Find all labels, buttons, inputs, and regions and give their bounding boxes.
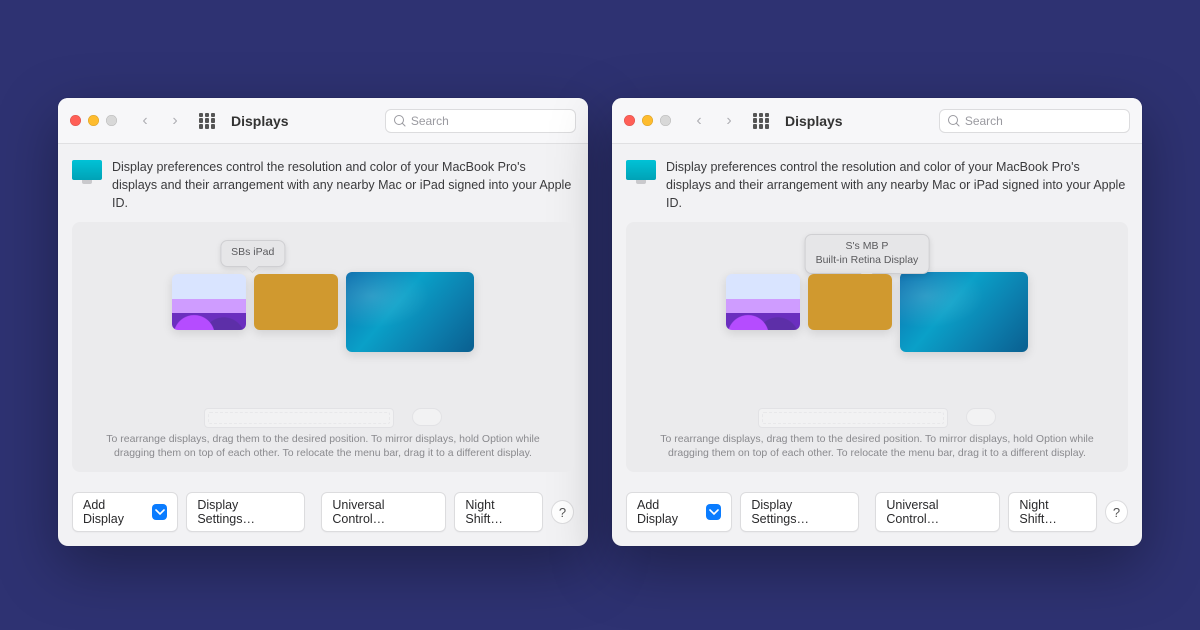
display-settings-button[interactable]: Display Settings… (740, 492, 859, 532)
night-shift-button[interactable]: Night Shift… (454, 492, 543, 532)
tooltip-line: S's MB P (846, 240, 889, 252)
description-text: Display preferences control the resoluti… (666, 158, 1128, 212)
search-field[interactable] (385, 109, 576, 133)
display-settings-button[interactable]: Display Settings… (186, 492, 305, 532)
help-label: ? (559, 505, 566, 520)
search-icon (948, 115, 959, 127)
back-button[interactable]: ‹ (135, 112, 155, 130)
minimize-window-icon[interactable] (88, 115, 99, 126)
keyboard-icon (204, 408, 394, 428)
description-row: Display preferences control the resoluti… (58, 144, 588, 222)
back-button[interactable]: ‹ (689, 112, 709, 130)
display-tooltip: S's MB P Built-in Retina Display (805, 234, 930, 273)
display-arrangement-row[interactable]: SBs iPad (72, 236, 574, 402)
help-label: ? (1113, 505, 1120, 520)
displays-preferences-window: ‹ › Displays Display preferences control… (612, 98, 1142, 546)
display-thumbnail-ipad[interactable] (172, 274, 246, 330)
keyboard-icon (758, 408, 948, 428)
add-display-button[interactable]: Add Display (626, 492, 732, 532)
search-icon (394, 115, 405, 127)
displays-preferences-window: ‹ › Displays Display preferences control… (58, 98, 588, 546)
arrangement-hint: To rearrange displays, drag them to the … (626, 432, 1128, 464)
mouse-icon (966, 408, 996, 426)
zoom-window-icon (106, 115, 117, 126)
tooltip-line: Built-in Retina Display (816, 254, 919, 266)
titlebar: ‹ › Displays (58, 98, 588, 144)
arrangement-hint: To rearrange displays, drag them to the … (72, 432, 574, 464)
add-display-label: Add Display (637, 498, 700, 526)
all-preferences-icon[interactable] (199, 113, 215, 129)
add-display-label: Add Display (83, 498, 146, 526)
display-thumbnail-builtin[interactable] (808, 274, 892, 330)
traffic-lights (624, 115, 671, 126)
display-thumbnail-external[interactable] (346, 272, 474, 352)
mouse-icon (412, 408, 442, 426)
display-arrangement-row[interactable]: S's MB P Built-in Retina Display (626, 236, 1128, 402)
universal-control-label: Universal Control… (332, 498, 435, 526)
traffic-lights (70, 115, 117, 126)
description-text: Display preferences control the resoluti… (112, 158, 574, 212)
chevron-down-icon[interactable] (152, 504, 167, 520)
minimize-window-icon[interactable] (642, 115, 653, 126)
all-preferences-icon[interactable] (753, 113, 769, 129)
help-button[interactable]: ? (551, 500, 574, 524)
display-thumbnail-external[interactable] (900, 272, 1028, 352)
display-settings-label: Display Settings… (751, 498, 848, 526)
forward-button: › (165, 112, 185, 130)
chevron-down-icon[interactable] (706, 504, 721, 520)
forward-button: › (719, 112, 739, 130)
footer-toolbar: Add Display Display Settings… Universal … (58, 482, 588, 546)
titlebar: ‹ › Displays (612, 98, 1142, 144)
keyboard-mouse-glyph (626, 408, 1128, 428)
universal-control-button[interactable]: Universal Control… (875, 492, 1000, 532)
universal-control-button[interactable]: Universal Control… (321, 492, 446, 532)
search-input[interactable] (411, 114, 567, 128)
display-glyph-icon (626, 160, 656, 180)
search-field[interactable] (939, 109, 1130, 133)
window-title: Displays (231, 113, 289, 129)
arrangement-area[interactable]: S's MB P Built-in Retina Display To rear… (626, 222, 1128, 472)
display-settings-label: Display Settings… (197, 498, 294, 526)
footer-toolbar: Add Display Display Settings… Universal … (612, 482, 1142, 546)
universal-control-label: Universal Control… (886, 498, 989, 526)
zoom-window-icon (660, 115, 671, 126)
tooltip-line: SBs iPad (231, 246, 274, 258)
display-thumbnail-builtin[interactable] (254, 274, 338, 330)
arrangement-area[interactable]: SBs iPad To rearrange displays, drag the… (72, 222, 574, 472)
close-window-icon[interactable] (624, 115, 635, 126)
search-input[interactable] (965, 114, 1121, 128)
display-glyph-icon (72, 160, 102, 180)
display-tooltip: SBs iPad (220, 240, 285, 266)
description-row: Display preferences control the resoluti… (612, 144, 1142, 222)
night-shift-label: Night Shift… (1019, 498, 1086, 526)
window-title: Displays (785, 113, 843, 129)
keyboard-mouse-glyph (72, 408, 574, 428)
display-thumbnail-ipad[interactable] (726, 274, 800, 330)
night-shift-label: Night Shift… (465, 498, 532, 526)
help-button[interactable]: ? (1105, 500, 1128, 524)
night-shift-button[interactable]: Night Shift… (1008, 492, 1097, 532)
add-display-button[interactable]: Add Display (72, 492, 178, 532)
close-window-icon[interactable] (70, 115, 81, 126)
